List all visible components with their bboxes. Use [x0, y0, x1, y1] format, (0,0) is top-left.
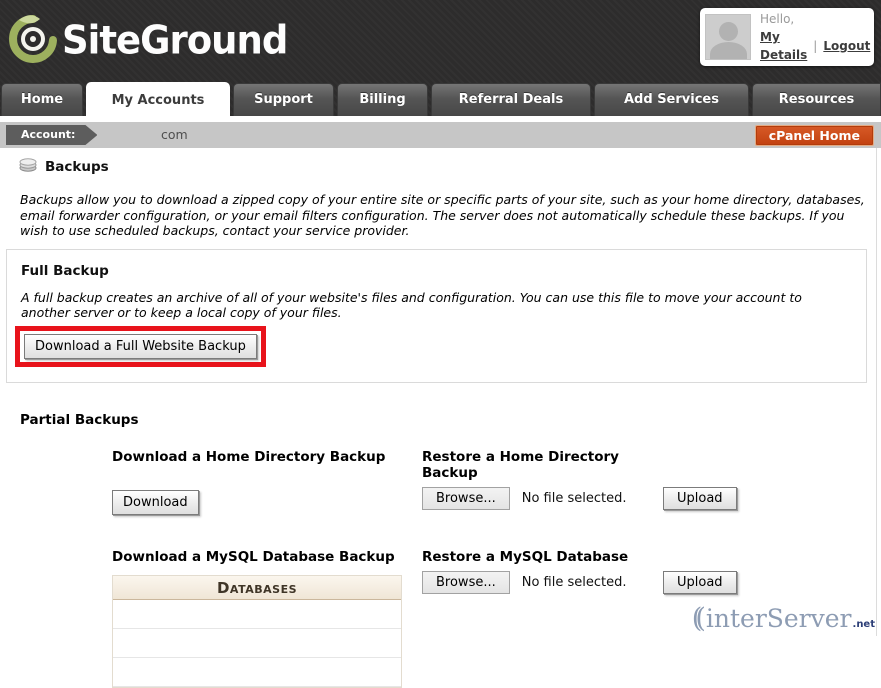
greeting-text: Hello,: [760, 10, 870, 28]
database-row[interactable]: [113, 629, 401, 658]
siteground-logo-text: SiteGround: [62, 17, 287, 62]
avatar: [705, 14, 751, 60]
download-full-backup-button[interactable]: Download a Full Website Backup: [24, 334, 257, 359]
partial-backups-title: Partial Backups: [20, 412, 881, 428]
database-row[interactable]: [113, 658, 401, 687]
restore-home-title: Restore a Home Directory Backup: [422, 449, 663, 481]
tab-support[interactable]: Support: [233, 83, 334, 116]
content-edge-line: [876, 148, 877, 636]
mysql-file-status: No file selected.: [522, 575, 627, 590]
home-browse-button[interactable]: Browse...: [422, 487, 510, 510]
mysql-upload-button[interactable]: Upload: [663, 571, 737, 594]
user-text: Hello, My Details | Logout: [760, 10, 870, 64]
download-home-button[interactable]: Download: [112, 490, 199, 515]
interserver-watermark: (( interServer .net: [692, 603, 875, 634]
home-file-status: No file selected.: [522, 491, 627, 506]
database-row[interactable]: [113, 600, 401, 629]
my-details-link[interactable]: My Details: [760, 28, 807, 64]
interserver-logo-text: interServer: [706, 604, 852, 633]
download-mysql-title: Download a MySQL Database Backup: [112, 549, 422, 565]
tab-home[interactable]: Home: [1, 83, 83, 116]
databases-table-header: Databases: [113, 576, 401, 600]
interserver-logo-suffix: .net: [853, 619, 875, 630]
mysql-file-input: Browse... No file selected.: [422, 571, 663, 594]
user-box: Hello, My Details | Logout: [700, 8, 874, 66]
backups-intro-text: Backups allow you to download a zipped c…: [20, 192, 865, 239]
link-separator: |: [813, 37, 817, 55]
restore-mysql-title: Restore a MySQL Database: [422, 549, 663, 565]
home-directory-section: Download a Home Directory Backup Restore…: [112, 449, 881, 515]
page-title: Backups: [19, 157, 881, 176]
tab-my-accounts[interactable]: My Accounts: [86, 82, 230, 122]
page-title-text: Backups: [45, 159, 109, 175]
logout-link[interactable]: Logout: [823, 37, 870, 55]
mysql-browse-button[interactable]: Browse...: [422, 571, 510, 594]
tab-referral-deals[interactable]: Referral Deals: [431, 83, 591, 116]
home-upload-button[interactable]: Upload: [663, 487, 737, 510]
databases-table: Databases: [112, 575, 402, 688]
full-backup-section: Full Backup A full backup creates an arc…: [6, 249, 867, 383]
home-file-input: Browse... No file selected.: [422, 487, 663, 510]
main-navigation: Home My Accounts Support Billing Referra…: [0, 79, 881, 116]
interserver-logo-arcs: ((: [692, 603, 699, 634]
full-backup-title: Full Backup: [21, 263, 852, 279]
account-domain: com: [161, 122, 188, 148]
account-bar: Account: com cPanel Home: [0, 122, 881, 148]
tab-billing[interactable]: Billing: [337, 83, 428, 116]
logo-row: SiteGround Hello, My Details | Logout: [0, 0, 881, 79]
tab-add-services[interactable]: Add Services: [594, 83, 749, 116]
top-header: SiteGround Hello, My Details | Logout Ho…: [0, 0, 881, 116]
backup-disk-icon: [19, 157, 37, 176]
red-highlight-annotation: Download a Full Website Backup: [15, 326, 266, 367]
siteground-logo-icon: [6, 12, 58, 68]
siteground-logo[interactable]: SiteGround: [6, 12, 287, 68]
download-home-title: Download a Home Directory Backup: [112, 449, 422, 465]
cpanel-home-button[interactable]: cPanel Home: [755, 125, 874, 146]
full-backup-description: A full backup creates an archive of all …: [21, 290, 851, 321]
account-label: Account:: [6, 125, 97, 145]
tab-resources[interactable]: Resources: [752, 83, 881, 116]
